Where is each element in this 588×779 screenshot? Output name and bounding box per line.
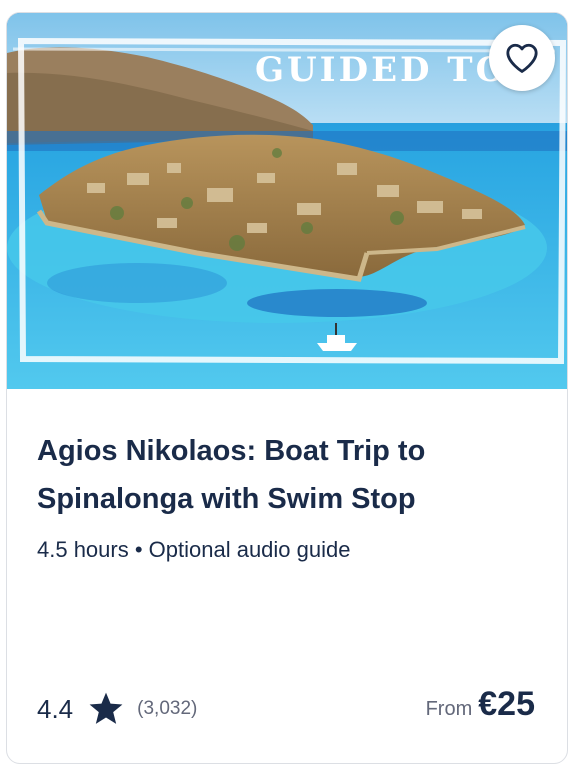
wishlist-button[interactable]	[489, 25, 555, 91]
island-fortress-photo: GUIDED TOU	[7, 13, 567, 389]
heart-outline-icon	[506, 43, 538, 73]
rating-row: 4.4 (3,032)	[37, 688, 197, 730]
price: From €25	[426, 685, 535, 731]
price-value: €25	[478, 685, 535, 723]
rating-value: 4.4	[37, 693, 74, 724]
tour-photo[interactable]: GUIDED TOU	[7, 13, 567, 389]
tour-duration-features: 4.5 hours • Optional audio guide	[37, 537, 351, 562]
review-count: (3,032)	[137, 698, 198, 719]
price-prefix: From	[425, 698, 473, 720]
star-icon	[87, 691, 125, 727]
tour-title[interactable]: Agios Nikolaos: Boat Trip to Spinalonga …	[37, 427, 537, 523]
tour-card[interactable]: GUIDED TOU Agios Nikolaos: Boat Trip to …	[6, 12, 568, 764]
